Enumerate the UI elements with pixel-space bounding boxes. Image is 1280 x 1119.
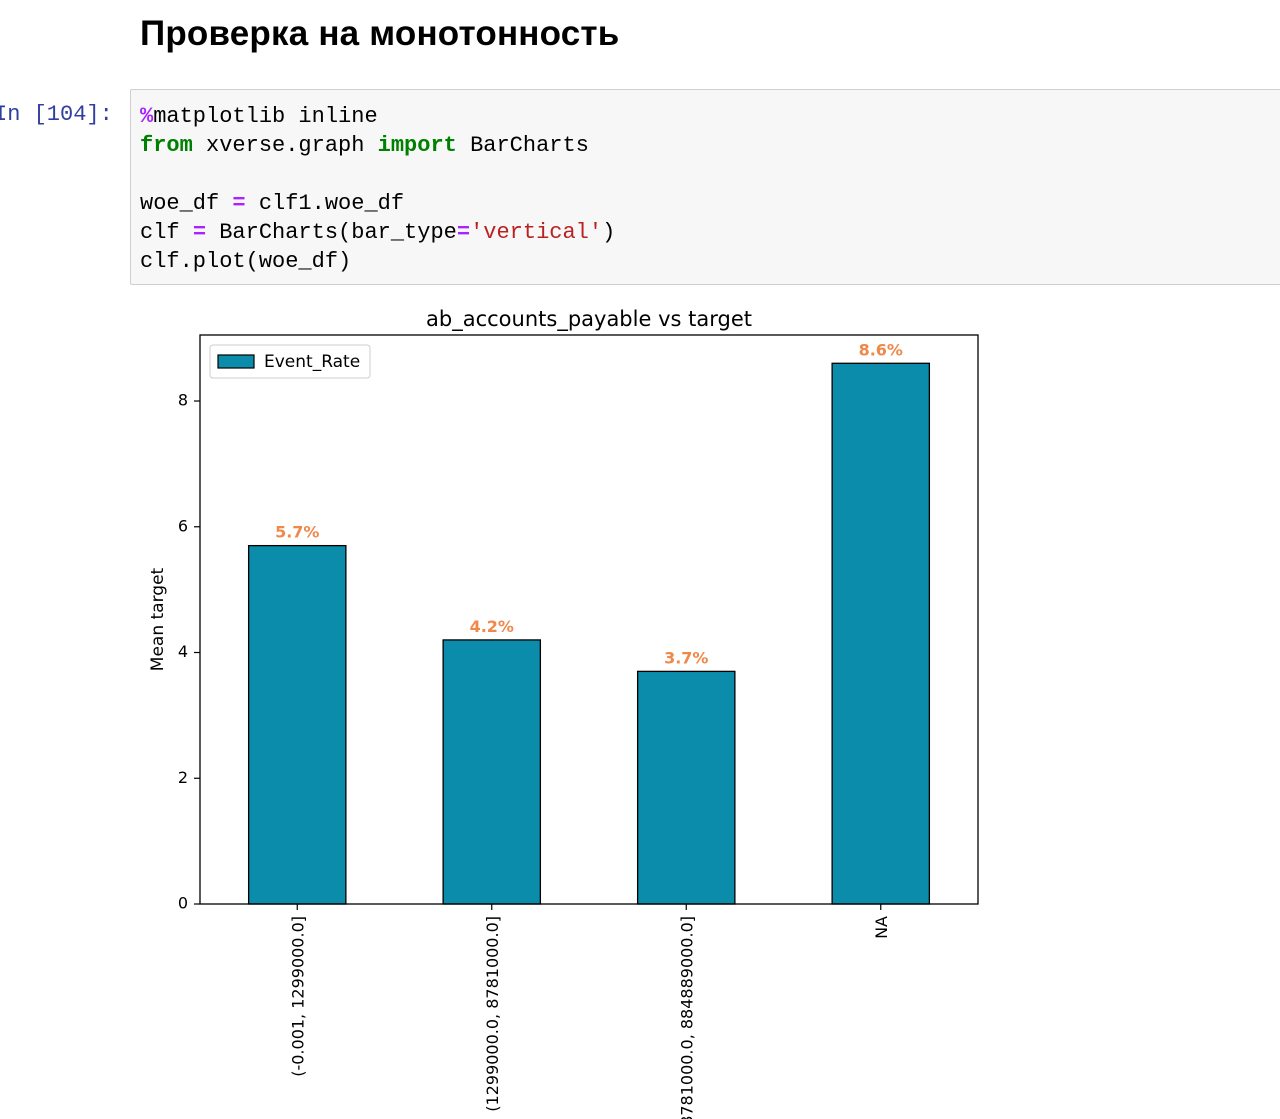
legend-label: Event_Rate <box>264 352 360 372</box>
code-token: woe_df <box>140 191 233 216</box>
y-tick-label: 2 <box>178 768 188 787</box>
y-tick-label: 4 <box>178 642 188 661</box>
code-token: 'vertical' <box>470 220 603 245</box>
code-token: clf <box>140 220 193 245</box>
legend: Event_Rate <box>209 344 371 379</box>
x-tick-label: (1299000.0, 8781000.0] <box>483 916 502 1112</box>
code-token: BarCharts(bar_type <box>206 220 457 245</box>
code-token: from <box>140 133 193 158</box>
code-token: import <box>377 133 457 158</box>
code-token: = <box>192 220 207 245</box>
y-axis-label: Mean target <box>148 567 168 671</box>
y-tick-label: 0 <box>178 894 188 913</box>
section-heading: Проверка на монотонность <box>140 14 620 53</box>
bar-3 <box>831 362 931 905</box>
x-tick-label: (-0.001, 1299000.0] <box>288 916 307 1077</box>
bar-2 <box>636 670 736 905</box>
data-label: 8.6% <box>859 340 903 359</box>
x-tick-label: NA <box>872 916 891 939</box>
bar-1 <box>442 639 542 905</box>
code-token: xverse.graph <box>192 133 378 158</box>
code-token: clf.plot(woe_df) <box>140 249 352 274</box>
code-token: ) <box>602 220 616 245</box>
y-tick-label: 6 <box>178 516 188 535</box>
x-tick-label: (8781000.0, 884889000.0] <box>677 916 696 1119</box>
cell-prompt: In [104]: <box>0 102 113 127</box>
data-label: 3.7% <box>664 648 708 667</box>
code-token: clf1.woe_df <box>245 191 405 216</box>
data-label: 4.2% <box>470 617 514 636</box>
code-token: BarCharts <box>456 133 589 158</box>
code-cell[interactable]: %matplotlib inline from xverse.graph imp… <box>130 89 1280 285</box>
code-token: matplotlib inline <box>153 104 378 129</box>
bar-chart: ab_accounts_payable vs target Mean targe… <box>148 307 979 1119</box>
code-token: % <box>140 104 154 129</box>
code-token: = <box>232 191 246 216</box>
legend-swatch <box>217 354 255 369</box>
data-label: 5.7% <box>275 523 319 542</box>
y-tick-label: 8 <box>178 391 188 410</box>
chart-title: ab_accounts_payable vs target <box>426 307 752 332</box>
code-editor[interactable]: %matplotlib inline from xverse.graph imp… <box>140 102 615 276</box>
bar-0 <box>247 544 347 905</box>
code-token: = <box>456 220 471 245</box>
